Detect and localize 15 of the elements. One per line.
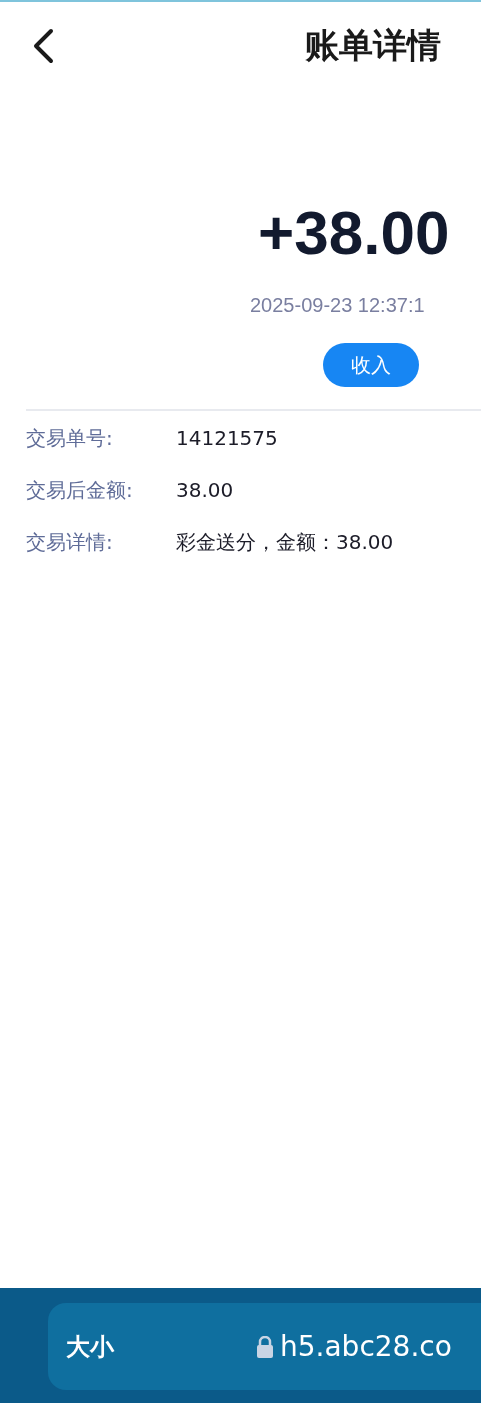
address-field[interactable]: 大小 h5.abc28.co bbox=[48, 1303, 481, 1390]
type-badge: 收入 bbox=[323, 343, 419, 387]
page-title: 账单详情 bbox=[305, 24, 441, 67]
back-icon bbox=[32, 28, 54, 64]
url-text: h5.abc28.co bbox=[280, 1330, 452, 1363]
detail-value: 14121575 bbox=[176, 426, 278, 450]
amount: +38.00 bbox=[257, 202, 451, 264]
detail-value: 彩金送分，金额：38.00 bbox=[176, 528, 394, 556]
lock-icon bbox=[256, 1335, 274, 1358]
detail-value: 38.00 bbox=[176, 478, 234, 502]
detail-label: 交易单号: bbox=[26, 424, 114, 452]
transaction-time: 2025-09-23 12:37:1 bbox=[249, 294, 426, 317]
detail-label: 交易详情: bbox=[26, 528, 114, 556]
detail-label: 交易后金额: bbox=[26, 476, 134, 504]
text-size-button[interactable]: 大小 bbox=[66, 1330, 256, 1363]
